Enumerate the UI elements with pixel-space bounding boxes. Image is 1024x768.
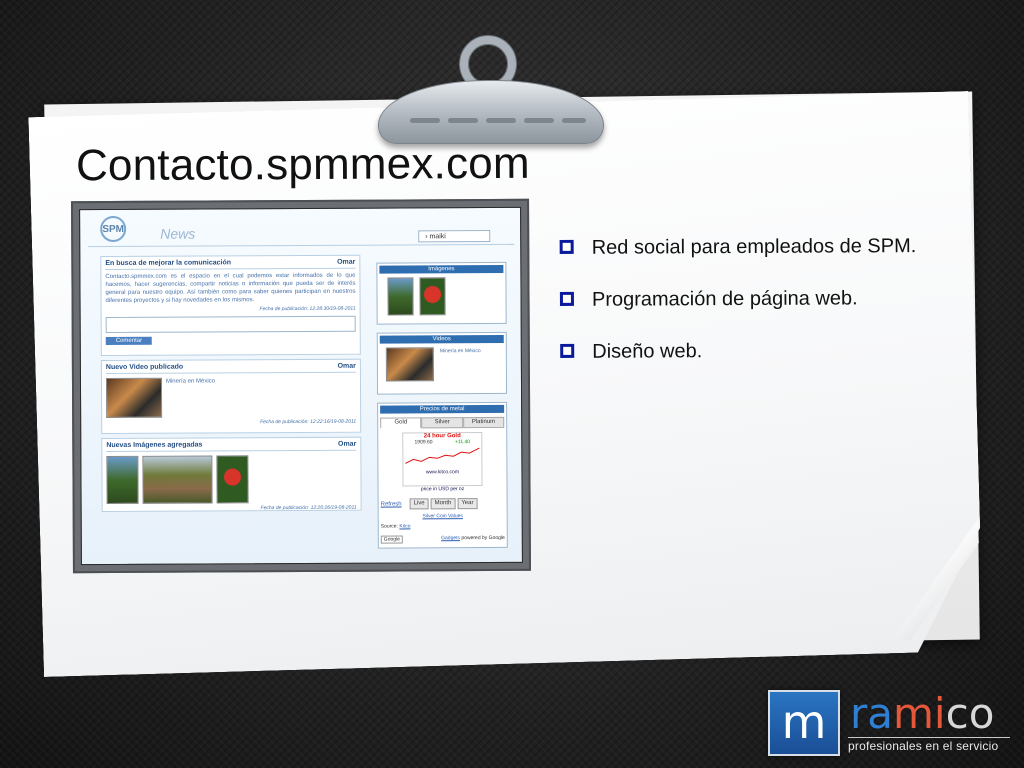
user-name: maiki (429, 233, 446, 241)
ramico-logo-mark: m (768, 690, 840, 756)
video-thumbnail[interactable] (105, 377, 163, 419)
coin-values-link[interactable]: Silver Coin Values (422, 513, 463, 519)
photo-thumbnail[interactable] (216, 455, 249, 504)
clip-slot (486, 118, 516, 123)
tab-platinum[interactable]: Platinum (462, 416, 505, 429)
clip-slot (448, 118, 478, 123)
post-media: Minería en México (105, 377, 356, 419)
bullet-text: Red social para empleados de SPM. (591, 235, 917, 259)
slide-title: Contacto.spmmex.com (75, 138, 530, 191)
video-thumbnail[interactable] (385, 347, 434, 382)
metal-prices-widget: Precios de metal Gold Silver Platinum 24… (377, 401, 508, 549)
post-title: Nuevo Video publicado (105, 363, 184, 372)
widget-title: Precios de metal (380, 404, 505, 414)
videos-widget: Videos Minería en México (376, 331, 508, 395)
refresh-link[interactable]: Refresh (381, 501, 402, 507)
coin-values-row: Silver Coin Values (381, 513, 505, 520)
gadget-footer: Google Gadgets powered by Google (380, 534, 505, 544)
photo-thumbnail[interactable] (387, 277, 414, 316)
range-month-button[interactable]: Month (430, 498, 456, 510)
tab-gold[interactable]: Gold (380, 417, 422, 429)
photo-thumbnail[interactable] (106, 455, 139, 505)
post-author: Omar (337, 362, 356, 370)
ramico-tagline: profesionales en el servicio (848, 739, 999, 753)
bullet-item: Programación de página web. (559, 283, 920, 315)
post-title: Nuevas Imágenes agregadas (106, 441, 203, 450)
post-title: En busca de mejorar la comunicación (105, 259, 232, 268)
gold-price-chart: 24 hour Gold 1909.60 +11.40 www.kitco.co… (402, 432, 483, 487)
square-bullet-icon (559, 239, 574, 254)
post-author: Omar (337, 440, 357, 448)
photo-thumbnail[interactable] (419, 277, 446, 316)
post-header: En busca de mejorar la comunicación Omar (105, 258, 356, 271)
post-date: Fecha de publicación: 12:20:26/19-08-201… (260, 504, 357, 512)
logo-divider (848, 737, 1010, 738)
gadgets-link[interactable]: Gadgets (441, 535, 460, 541)
clip-slot (562, 118, 586, 123)
bullet-item: Diseño web. (560, 335, 920, 367)
bullet-text: Diseño web. (592, 340, 703, 363)
widget-title: Videos (379, 334, 504, 344)
bullet-text: Programación de página web. (591, 287, 858, 311)
chart-unit: price in USD per oz (420, 486, 465, 493)
chart-line (405, 447, 480, 464)
post-header: Nuevo Video publicado Omar (105, 362, 356, 375)
header-divider (88, 243, 515, 248)
images-widget: Imágenes (376, 261, 507, 325)
source-row: Source: Kitco (380, 523, 505, 530)
chart-site: www.kitco.com (425, 469, 460, 476)
powered-by-text: powered by Google (461, 534, 505, 542)
widget-title: Imágenes (379, 264, 504, 274)
range-live-button[interactable]: Live (409, 498, 429, 510)
post-gallery (106, 455, 356, 505)
comment-button[interactable]: Comentar (105, 336, 153, 346)
images-grid (387, 277, 503, 316)
square-bullet-icon (559, 291, 574, 306)
post-date: Fecha de publicación: 12:28:30/19-08-201… (259, 305, 356, 313)
bullet-list: Red social para empleados de SPM. Progra… (559, 231, 921, 389)
post-card: En busca de mejorar la comunicación Omar… (100, 254, 361, 357)
news-heading: News (160, 225, 196, 242)
paper-clip (378, 80, 604, 144)
clip-slot (524, 118, 554, 123)
metal-tabs: Gold Silver Platinum (380, 416, 505, 429)
photo-thumbnail[interactable] (142, 455, 213, 504)
post-author: Omar (337, 258, 356, 266)
post-card: Nuevas Imágenes agregadas Omar Fecha de … (101, 436, 362, 513)
tab-silver[interactable]: Silver (421, 417, 463, 429)
source-link[interactable]: Kitco (399, 523, 410, 529)
comment-input[interactable] (105, 315, 356, 334)
google-button[interactable]: Google (380, 535, 403, 544)
clip-slot (410, 118, 440, 123)
bullet-item: Red social para empleados de SPM. (559, 231, 920, 263)
post-card: Nuevo Video publicado Omar Minería en Mé… (100, 358, 362, 435)
chart-controls: Refresh Live Month Year (381, 498, 505, 510)
spm-logo: SPM (100, 215, 127, 243)
post-body: Contacto.spmmex.com es el espacio en el … (105, 272, 356, 305)
post-header: Nuevas Imágenes agregadas Omar (106, 440, 357, 453)
range-year-button[interactable]: Year (457, 498, 478, 510)
source-label: Source: (380, 523, 398, 530)
video-caption[interactable]: Minería en México (166, 377, 215, 417)
square-bullet-icon (560, 343, 575, 358)
videos-list: Minería en México (385, 347, 504, 382)
ramico-logo-name: ramico (850, 689, 995, 738)
post-date: Fecha de publicación: 12:22:16/19-08-201… (260, 418, 357, 426)
website-screenshot: SPM News › maiki En busca de mejorar la … (79, 206, 523, 566)
user-menu[interactable]: › maiki (418, 230, 491, 243)
video-caption[interactable]: Minería en México (440, 347, 481, 381)
screenshot-frame: SPM News › maiki En busca de mejorar la … (71, 198, 531, 574)
